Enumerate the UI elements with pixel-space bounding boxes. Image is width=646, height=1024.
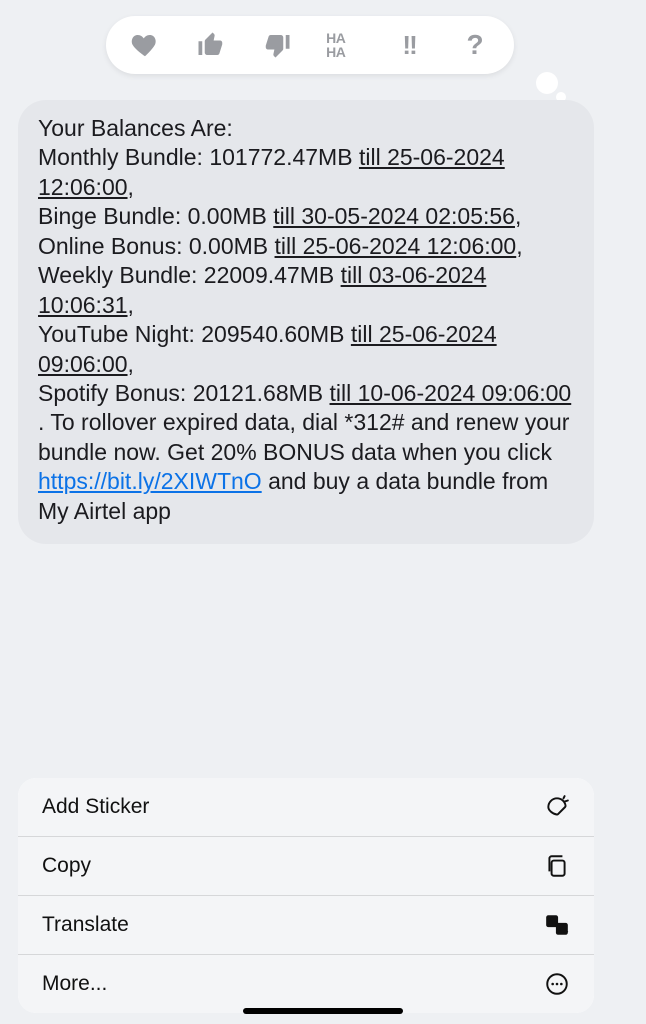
haha-icon[interactable]: HA HA (326, 30, 360, 60)
tapback-bar: HA HA !! ? (106, 16, 514, 74)
balance-label: Binge Bundle: (38, 203, 188, 229)
balance-label: Weekly Bundle: (38, 262, 204, 288)
balance-value: 0.00MB (188, 203, 274, 229)
balance-value: 101772.47MB (209, 144, 359, 170)
balance-value: 22009.47MB (204, 262, 341, 288)
translate-icon: A文 (544, 912, 570, 938)
menu-translate[interactable]: Translate A文 (18, 896, 594, 955)
menu-add-sticker[interactable]: Add Sticker (18, 778, 594, 837)
balance-row: Weekly Bundle: 22009.47MB till 03-06-202… (38, 262, 486, 317)
tapback-tail (536, 72, 558, 94)
balance-expiry: till 25-06-2024 12:06:00 (275, 233, 517, 259)
menu-label: Copy (42, 854, 91, 878)
haha-text: HA HA (326, 31, 360, 59)
add-sticker-icon (544, 794, 570, 820)
balance-row: Spotify Bonus: 20121.68MB till 10-06-202… (38, 380, 571, 406)
promo-link[interactable]: https://bit.ly/2XIWTnO (38, 468, 262, 494)
copy-icon (544, 853, 570, 879)
balance-expiry: till 10-06-2024 09:06:00 (330, 380, 572, 406)
balance-row: Online Bonus: 0.00MB till 25-06-2024 12:… (38, 233, 523, 259)
balance-row: Binge Bundle: 0.00MB till 30-05-2024 02:… (38, 203, 521, 229)
menu-copy[interactable]: Copy (18, 837, 594, 896)
message-bubble[interactable]: Your Balances Are: Monthly Bundle: 10177… (18, 100, 594, 544)
svg-text:文: 文 (559, 924, 567, 934)
menu-more[interactable]: More... (18, 955, 594, 1013)
heart-icon[interactable] (128, 30, 162, 60)
thumbs-up-icon[interactable] (194, 30, 228, 60)
balance-row: YouTube Night: 209540.60MB till 25-06-20… (38, 321, 497, 376)
balance-label: Spotify Bonus: (38, 380, 193, 406)
balance-value: 209540.60MB (201, 321, 351, 347)
emphasis-icon[interactable]: !! (392, 30, 426, 60)
home-indicator[interactable] (243, 1008, 403, 1014)
context-menu: Add Sticker Copy Translate A文 More... (18, 778, 594, 1013)
balance-label: Monthly Bundle: (38, 144, 209, 170)
menu-label: Add Sticker (42, 795, 149, 819)
thumbs-down-icon[interactable] (260, 30, 294, 60)
more-icon (544, 971, 570, 997)
footer-text: . To rollover expired data, dial *312# a… (38, 409, 569, 464)
balance-value: 0.00MB (189, 233, 275, 259)
menu-label: More... (42, 972, 107, 996)
question-icon[interactable]: ? (458, 30, 492, 60)
balance-label: YouTube Night: (38, 321, 201, 347)
balance-label: Online Bonus: (38, 233, 189, 259)
menu-label: Translate (42, 913, 129, 937)
balances-header: Your Balances Are: (38, 114, 574, 143)
balance-expiry: till 30-05-2024 02:05:56 (273, 203, 515, 229)
balance-value: 20121.68MB (193, 380, 330, 406)
balance-row: Monthly Bundle: 101772.47MB till 25-06-2… (38, 144, 505, 199)
